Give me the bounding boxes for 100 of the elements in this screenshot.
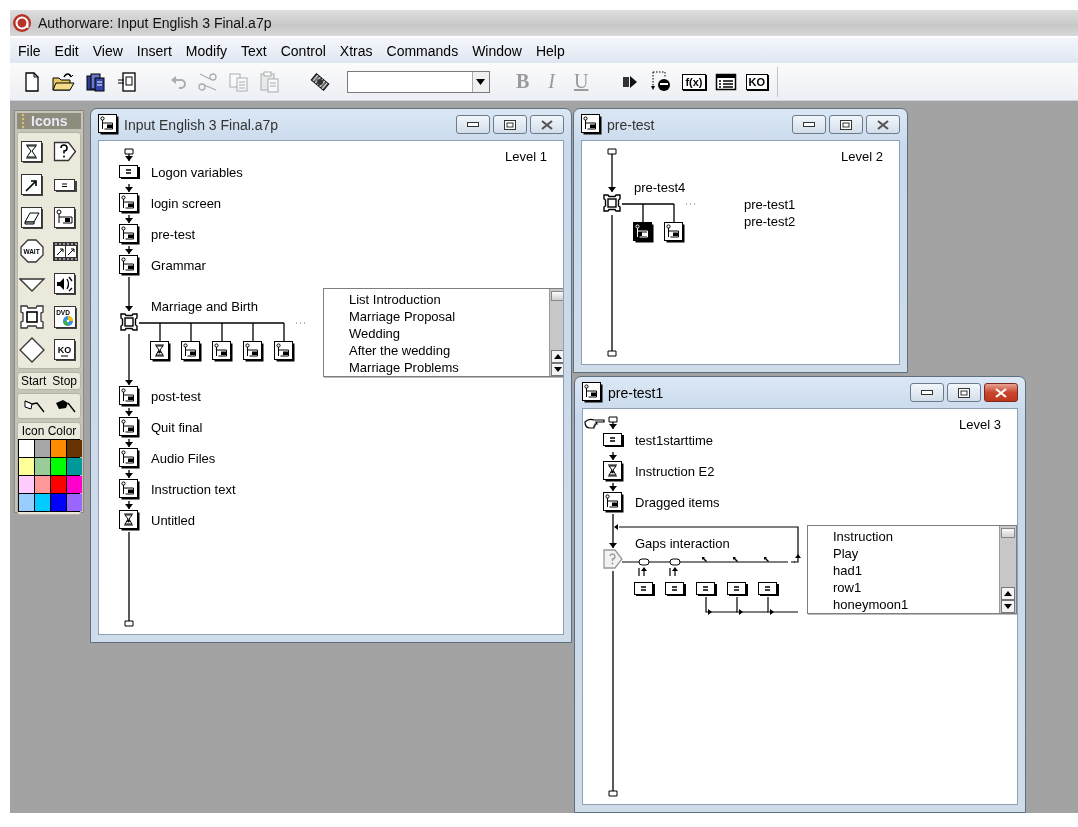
new-page-icon[interactable] <box>22 70 42 93</box>
color-swatch[interactable] <box>51 494 66 511</box>
interaction-icon[interactable] <box>19 337 46 364</box>
list-item[interactable]: Instruction <box>833 528 909 545</box>
color-swatch[interactable] <box>67 458 82 475</box>
level-label: Level 3 <box>959 417 1001 432</box>
map-icon[interactable] <box>119 479 140 500</box>
map-icon[interactable] <box>119 417 140 438</box>
flowline-arrow <box>125 214 133 224</box>
list-item[interactable]: Play <box>833 545 909 562</box>
menu-item[interactable]: Help <box>528 40 572 61</box>
page-list[interactable]: Instruction Play had1 row1 honeymoon1 <box>807 525 1017 614</box>
maximize-button[interactable] <box>947 383 981 402</box>
minimize-button[interactable] <box>910 383 944 402</box>
close-button[interactable] <box>866 115 900 134</box>
color-swatch[interactable] <box>35 494 50 511</box>
list-item[interactable]: row1 <box>833 579 909 596</box>
map-icon[interactable] <box>52 205 79 232</box>
minimize-button[interactable] <box>792 115 826 134</box>
map-icon[interactable] <box>119 193 140 214</box>
toolbar-button[interactable]: f(x) <box>682 73 706 90</box>
color-swatch[interactable] <box>35 458 50 475</box>
menu-item[interactable]: Insert <box>129 40 179 61</box>
scrollbar[interactable] <box>549 289 563 376</box>
flowline-arrow <box>609 513 617 549</box>
map-icon[interactable] <box>274 341 295 362</box>
maximize-button[interactable] <box>493 115 527 134</box>
down-arrow-icon[interactable] <box>1004 604 1012 609</box>
list-item[interactable]: Marriage Problems <box>349 359 459 376</box>
color-swatch[interactable] <box>67 476 82 493</box>
color-swatch[interactable] <box>51 476 66 493</box>
menu-item[interactable]: Edit <box>47 40 86 61</box>
map-icon[interactable] <box>633 222 654 243</box>
map-icon[interactable] <box>119 386 140 407</box>
framework-icon[interactable] <box>602 193 623 214</box>
menu-item[interactable]: Modify <box>178 40 235 61</box>
minimize-button[interactable] <box>456 115 490 134</box>
color-swatch[interactable] <box>51 440 66 457</box>
framework-icon[interactable] <box>19 304 46 331</box>
toolbar-button[interactable]: KO <box>745 73 769 90</box>
map-icon[interactable] <box>119 255 140 276</box>
close-button[interactable] <box>984 383 1018 402</box>
close-button[interactable] <box>530 115 564 134</box>
minimize-icon <box>803 121 815 128</box>
display-icon[interactable] <box>119 510 140 531</box>
color-swatch[interactable] <box>67 494 82 511</box>
color-swatch[interactable] <box>19 476 34 493</box>
motion-icon[interactable] <box>19 172 46 199</box>
color-swatch[interactable] <box>19 440 34 457</box>
maximize-button[interactable] <box>829 115 863 134</box>
menu-item[interactable]: File <box>11 40 48 61</box>
scroll-thumb[interactable] <box>1001 528 1015 538</box>
palette-title: Icons <box>31 113 68 129</box>
map-icon[interactable] <box>243 341 264 362</box>
color-swatch[interactable] <box>67 440 82 457</box>
speaker-icon[interactable] <box>52 271 79 298</box>
up-arrow-icon[interactable] <box>1004 591 1012 596</box>
scrollbar[interactable] <box>999 526 1016 613</box>
up-arrow-icon[interactable] <box>554 354 562 359</box>
display-icon[interactable] <box>603 461 624 482</box>
flag-label: Start <box>21 374 47 388</box>
page-arrow-icon[interactable] <box>117 70 139 93</box>
start-flag-icon[interactable] <box>22 398 45 414</box>
map-icon[interactable] <box>119 448 140 469</box>
framework-icon[interactable] <box>119 312 140 333</box>
color-swatch[interactable] <box>19 458 34 475</box>
display-icon[interactable] <box>19 139 46 166</box>
menu-item[interactable]: Text <box>234 40 274 61</box>
list-item[interactable]: List Introduction <box>349 291 459 308</box>
map-icon <box>98 114 119 135</box>
list-item[interactable]: Wedding <box>349 325 459 342</box>
color-swatch[interactable] <box>51 458 66 475</box>
color-swatch[interactable] <box>35 476 50 493</box>
font-dropdown[interactable] <box>347 70 490 93</box>
scroll-thumb[interactable] <box>551 291 563 301</box>
list-item[interactable]: Marriage Proposal <box>349 308 459 325</box>
window-title: pre-test1 <box>608 384 664 401</box>
map-icon[interactable] <box>603 492 624 513</box>
color-swatch[interactable] <box>35 440 50 457</box>
menu-item[interactable]: Window <box>465 40 529 61</box>
folder-icon[interactable] <box>51 70 75 93</box>
section-label: Icon Color <box>20 423 78 439</box>
map-icon[interactable] <box>119 224 140 245</box>
map-icon[interactable] <box>664 222 685 243</box>
list-item[interactable]: had1 <box>833 562 909 579</box>
map-icon[interactable] <box>181 341 202 362</box>
menu-item[interactable]: Xtras <box>332 40 380 61</box>
menu-item[interactable]: Commands <box>379 40 466 61</box>
page-list[interactable]: List Introduction Marriage Proposal Wedding After the wedding Marriage Problems <box>323 288 563 377</box>
list-item[interactable]: After the wedding <box>349 342 459 359</box>
down-arrow-icon[interactable] <box>554 367 562 372</box>
stop-flag-icon[interactable] <box>53 398 76 414</box>
color-swatch[interactable] <box>19 494 34 511</box>
map-icon[interactable] <box>212 341 233 362</box>
flowline-arrow <box>125 276 133 312</box>
eraser-icon[interactable] <box>19 205 46 232</box>
list-item[interactable]: honeymoon1 <box>833 596 909 613</box>
menu-item[interactable]: View <box>85 40 130 61</box>
display-icon[interactable] <box>150 341 171 362</box>
menu-item[interactable]: Control <box>273 40 333 61</box>
